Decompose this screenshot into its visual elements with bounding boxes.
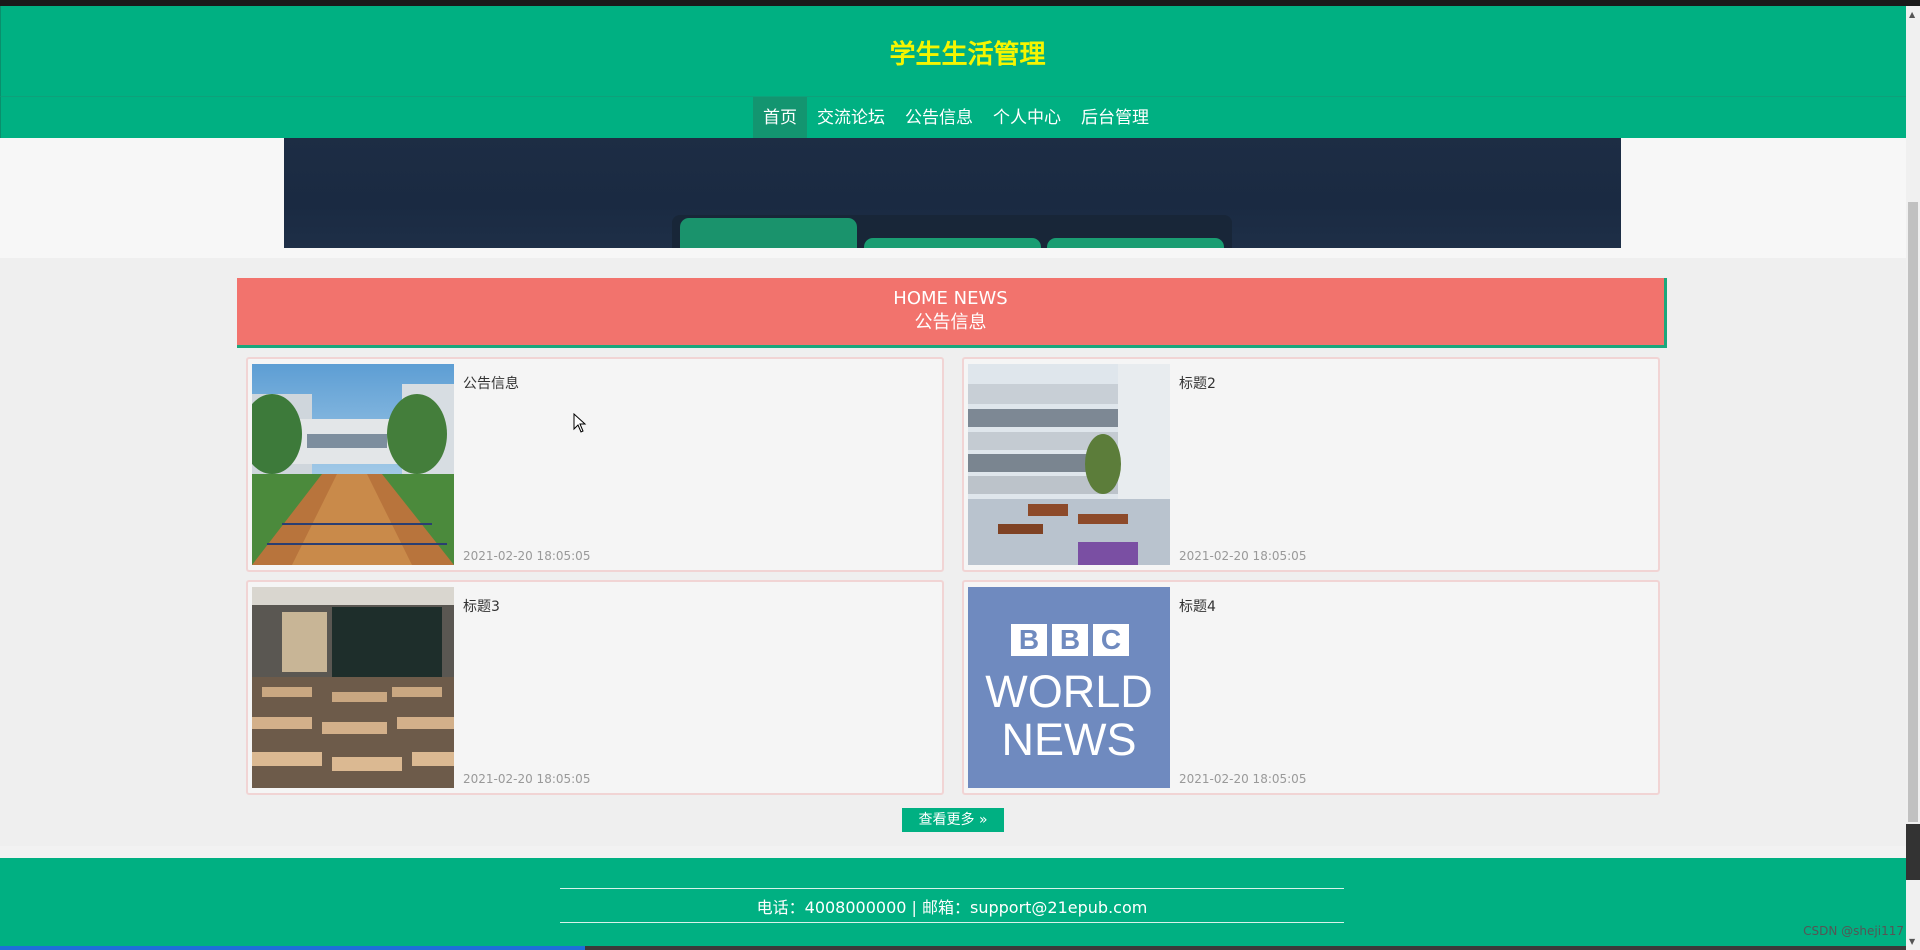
site-header: 学生生活管理 (0, 6, 1907, 96)
bbc-world-news-logo[interactable]: B B C WORLD NEWS (968, 587, 1170, 788)
site-title: 学生生活管理 (889, 39, 1046, 70)
news-card[interactable]: 公告信息 2021-02-20 18:05:05 (246, 357, 944, 572)
scrollbar-knob[interactable] (1906, 824, 1920, 880)
nav-admin[interactable]: 后台管理 (1071, 97, 1159, 139)
news-thumbnail[interactable] (252, 587, 454, 788)
news-section-header: HOME NEWS 公告信息 (237, 278, 1667, 348)
watermark: CSDN @sheji117 (1803, 924, 1904, 938)
news-title[interactable]: 标题4 (1179, 596, 1216, 616)
news-title[interactable]: 标题2 (1179, 373, 1216, 393)
news-title[interactable]: 公告信息 (463, 373, 519, 393)
hero-banner (284, 138, 1621, 248)
news-date: 2021-02-20 18:05:05 (463, 772, 591, 786)
scroll-down-arrow-icon[interactable]: ▼ (1909, 937, 1915, 946)
news-thumbnail[interactable] (968, 364, 1170, 565)
nav-announcements[interactable]: 公告信息 (895, 97, 983, 139)
nav-home[interactable]: 首页 (753, 97, 807, 139)
taskbar-strip (0, 946, 1906, 950)
footer-divider-top (560, 888, 1344, 889)
logo-news: NEWS (1001, 714, 1137, 765)
logo-letter-b2: B (1052, 624, 1088, 656)
mouse-cursor-icon (573, 412, 587, 437)
nav-profile[interactable]: 个人中心 (983, 97, 1071, 139)
banner-tab-3[interactable] (1047, 238, 1224, 248)
double-chevron-right-icon: » (978, 812, 988, 828)
logo-letter-b1: B (1011, 624, 1047, 656)
view-more-label: 查看更多 (918, 812, 975, 828)
footer-contact: 电话：4008000000 | 邮箱：support@21epub.com (756, 898, 1148, 917)
scrollbar-thumb[interactable] (1908, 202, 1918, 822)
nav-forum[interactable]: 交流论坛 (807, 97, 895, 139)
scroll-up-arrow-icon[interactable]: ▲ (1909, 10, 1915, 19)
banner-tab-2[interactable] (864, 238, 1041, 248)
news-thumbnail[interactable] (252, 364, 454, 565)
news-date: 2021-02-20 18:05:05 (1179, 772, 1307, 786)
news-date: 2021-02-20 18:05:05 (463, 549, 591, 563)
footer-divider-bottom (560, 922, 1344, 923)
main-nav: 首页 交流论坛 公告信息 个人中心 后台管理 (0, 96, 1907, 140)
logo-letter-c: C (1093, 624, 1129, 656)
view-more-button[interactable]: 查看更多 » (902, 808, 1004, 832)
news-title[interactable]: 标题3 (463, 596, 500, 616)
news-card[interactable]: 标题2 2021-02-20 18:05:05 (962, 357, 1660, 572)
banner-tab-1[interactable] (680, 218, 857, 248)
news-card[interactable]: 标题3 2021-02-20 18:05:05 (246, 580, 944, 795)
news-card[interactable]: B B C WORLD NEWS 标题4 2021-02-20 18:05:05 (962, 580, 1660, 795)
vertical-scrollbar[interactable]: ▲ ▼ (1906, 6, 1920, 950)
logo-world: WORLD (985, 666, 1153, 717)
news-date: 2021-02-20 18:05:05 (1179, 549, 1307, 563)
news-heading-en: HOME NEWS (893, 288, 1008, 309)
site-footer: 电话：4008000000 | 邮箱：support@21epub.com (0, 858, 1906, 946)
news-heading-cn: 公告信息 (914, 312, 987, 333)
